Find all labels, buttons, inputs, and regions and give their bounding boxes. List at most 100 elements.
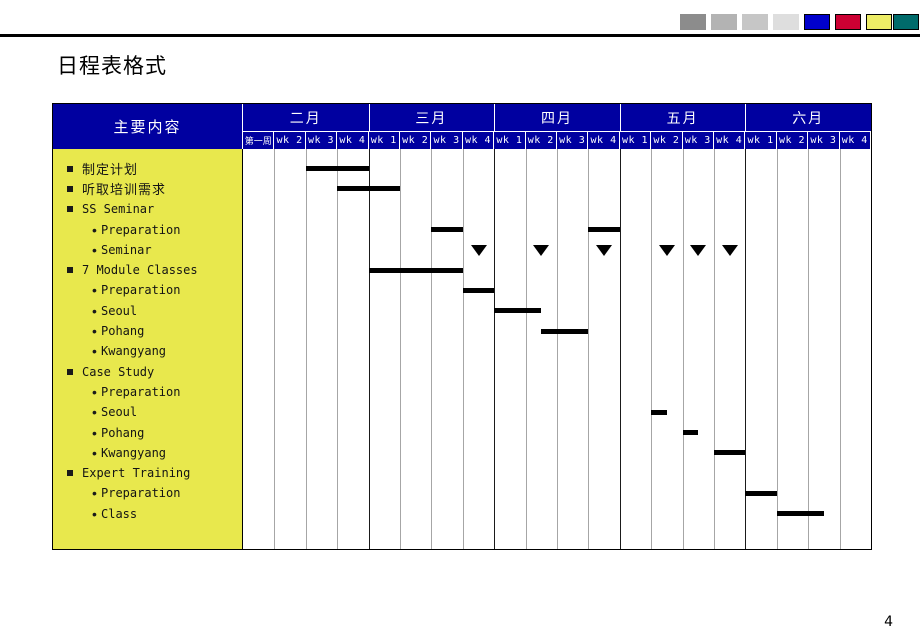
- week-gridline: [839, 149, 841, 549]
- task-row[interactable]: • Pohang: [53, 422, 243, 442]
- task-row[interactable]: • Seoul: [53, 301, 243, 321]
- task-label: 制定计划: [82, 163, 139, 179]
- dot-bullet-icon: •: [92, 323, 97, 340]
- month-header-3: 四月: [494, 104, 620, 132]
- task-row[interactable]: • Pohang: [53, 321, 243, 341]
- week-header-cell: wk 4: [463, 132, 495, 149]
- week-header-cell: wk 1: [494, 132, 526, 149]
- task-row[interactable]: Expert Training: [53, 463, 243, 483]
- month-header-1: 二月: [243, 104, 369, 132]
- week-gridline: [337, 149, 339, 549]
- dot-bullet-icon: •: [92, 343, 97, 360]
- square-bullet-icon: [67, 267, 73, 274]
- task-label: Seminar: [101, 242, 152, 257]
- week-header-cell: wk 1: [620, 132, 652, 149]
- month-gridline: [745, 149, 747, 549]
- task-row[interactable]: SS Seminar: [53, 199, 243, 219]
- gantt-bar: [651, 409, 667, 415]
- week-header-cell: wk 1: [369, 132, 400, 149]
- task-label: 听取培训需求: [82, 183, 167, 199]
- task-row[interactable]: • Seminar: [53, 240, 243, 260]
- swatch-blue: [804, 14, 830, 30]
- week-gridline: [274, 149, 276, 549]
- week-gridline: [305, 149, 307, 549]
- task-row[interactable]: • Kwangyang: [53, 341, 243, 361]
- task-label: 7 Module Classes: [82, 263, 198, 278]
- week-gridline: [808, 149, 810, 549]
- swatch-yellow: [866, 14, 892, 30]
- task-label: SS Seminar: [82, 202, 155, 217]
- task-label: Kwangyang: [101, 344, 167, 359]
- gantt-bar: [368, 267, 463, 273]
- task-label: Pohang: [101, 324, 145, 339]
- dot-bullet-icon: •: [92, 282, 97, 299]
- square-bullet-icon: [67, 368, 73, 375]
- swatch-gray-2: [711, 14, 737, 30]
- task-label: Preparation: [101, 222, 181, 237]
- gantt-bar: [494, 308, 542, 314]
- task-row[interactable]: 听取培训需求: [53, 179, 243, 199]
- dot-bullet-icon: •: [92, 485, 97, 502]
- month-gridline: [494, 149, 496, 549]
- month-header-5: 六月: [745, 104, 871, 132]
- swatch-gray-4: [773, 14, 799, 30]
- gantt-bar: [431, 227, 463, 233]
- week-gridline: [431, 149, 433, 549]
- task-row[interactable]: • Seoul: [53, 402, 243, 422]
- swatch-red: [835, 14, 861, 30]
- week-header-cell: wk 4: [588, 132, 620, 149]
- gantt-milestone-marker: [533, 244, 550, 256]
- task-label: Seoul: [101, 303, 138, 318]
- dot-bullet-icon: •: [92, 383, 97, 400]
- task-row[interactable]: • Preparation: [53, 280, 243, 300]
- week-header-cell: wk 3: [431, 132, 463, 149]
- gantt-bar: [714, 450, 746, 456]
- task-row[interactable]: Case Study: [53, 362, 243, 382]
- week-gridline: [400, 149, 401, 549]
- decorative-swatch-band: [0, 0, 920, 34]
- task-label: Preparation: [101, 384, 181, 399]
- task-row[interactable]: • Kwangyang: [53, 443, 243, 463]
- task-name-column: 制定计划 听取培训需求 SS Seminar • Preparation • Seminar…: [53, 149, 243, 549]
- square-bullet-icon: [67, 206, 73, 213]
- week-header-cell: wk 2: [526, 132, 557, 149]
- task-label: Kwangyang: [101, 445, 167, 460]
- week-header-cell: wk 4: [840, 132, 871, 149]
- gantt-milestone-marker: [470, 244, 487, 256]
- swatch-gray-1: [680, 14, 706, 30]
- month-header-2: 三月: [368, 104, 495, 132]
- task-row[interactable]: • Preparation: [53, 382, 243, 402]
- week-gridline: [776, 149, 778, 549]
- task-label: Preparation: [101, 486, 181, 501]
- header-rule: [0, 34, 920, 37]
- task-label: Pohang: [101, 425, 145, 440]
- week-header-cell: wk 3: [557, 132, 589, 149]
- task-row[interactable]: 7 Module Classes: [53, 260, 243, 280]
- week-gridline: [682, 149, 684, 549]
- table-header-main-content-label: 主要内容: [53, 104, 243, 149]
- task-label: Expert Training: [82, 466, 191, 481]
- week-header-cell: wk 2: [651, 132, 683, 149]
- task-row[interactable]: • Preparation: [53, 219, 243, 239]
- week-header-cell: 第一周: [243, 132, 275, 149]
- task-row[interactable]: • Preparation: [53, 483, 243, 503]
- swatch-gray-3: [742, 14, 768, 30]
- gantt-bar: [462, 287, 495, 293]
- task-row[interactable]: 制定计划: [53, 159, 243, 179]
- dot-bullet-icon: •: [92, 404, 97, 421]
- gantt-bar: [588, 227, 620, 233]
- square-bullet-icon: [67, 165, 73, 172]
- square-bullet-icon: [67, 185, 73, 192]
- week-header-cell: wk 2: [777, 132, 809, 149]
- gantt-chart-table: 主要内容 二月 三月 四月 五月 六月 第一周 wk 2 wk 3 wk 4 wk 1 wk 2w…: [52, 103, 872, 550]
- month-gridline: [619, 149, 621, 549]
- dot-bullet-icon: •: [92, 505, 97, 522]
- task-row[interactable]: • Class: [53, 504, 243, 524]
- dot-bullet-icon: •: [92, 444, 97, 461]
- week-gridline: [557, 149, 558, 549]
- month-separator: [619, 104, 621, 132]
- dot-bullet-icon: •: [92, 424, 97, 441]
- gantt-bar: [682, 430, 699, 436]
- month-header-4: 五月: [619, 104, 746, 132]
- gantt-milestone-marker: [721, 244, 738, 256]
